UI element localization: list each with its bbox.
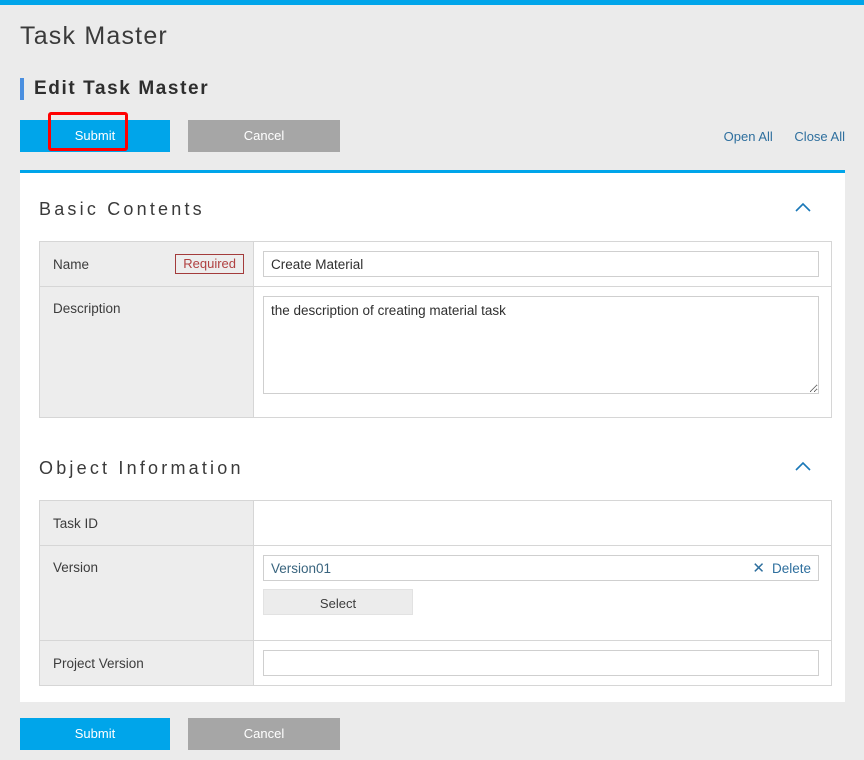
table-row-version: Version Version01 ✕ Delete Select [39,545,832,641]
version-delete-label: Delete [771,560,811,576]
basic-contents-table: Name Required Description the descriptio… [39,241,832,418]
label-description: Description [53,301,121,316]
chevron-up-icon-basic-contents[interactable] [792,197,814,219]
row-value-cell-description: the description of creating material tas… [253,286,832,418]
table-row-description: Description the description of creating … [39,286,832,418]
row-value-cell-name [253,241,832,287]
table-row-task-id: Task ID [39,500,832,546]
version-delete-button[interactable]: ✕ Delete [752,561,811,576]
group-basic-contents-title: Basic Contents [39,199,205,219]
page-title: Task Master [20,22,168,50]
row-label-cell-version: Version [39,545,254,641]
cancel-button-top[interactable]: Cancel [188,120,340,152]
object-information-table: Task ID Version Version01 ✕ Delete Selec… [39,500,832,686]
row-value-cell-task-id [253,500,832,546]
page-subtitle-label: Edit Task Master [34,78,210,99]
submit-button-top[interactable]: Submit [20,120,170,152]
group-object-information-title: Object Information [39,458,244,478]
description-textarea[interactable]: the description of creating material tas… [263,296,819,394]
required-badge-name: Required [175,254,244,274]
row-value-cell-version: Version01 ✕ Delete Select [253,545,832,641]
heading-accent-bar [20,78,24,100]
expand-collapse-links: Open All Close All [706,129,845,144]
open-all-link[interactable]: Open All [724,129,773,144]
row-value-cell-project-version [253,640,832,686]
table-row-name: Name Required [39,241,832,287]
page-subtitle: Edit Task Master [20,76,209,102]
row-label-cell-name: Name Required [39,241,254,287]
name-input[interactable] [263,251,819,277]
label-task-id: Task ID [53,515,99,531]
close-icon: ✕ [752,559,765,577]
cancel-button-bottom[interactable]: Cancel [188,718,340,750]
form-panel: Basic Contents Name Required Description [20,170,845,702]
version-select-button[interactable]: Select [263,589,413,615]
version-value: Version01 [271,560,332,576]
row-label-cell-description: Description [39,286,254,418]
row-label-cell-project-version: Project Version [39,640,254,686]
top-accent-bar [0,0,864,5]
project-version-input[interactable] [263,650,819,676]
close-all-link[interactable]: Close All [794,129,845,144]
group-basic-contents: Basic Contents Name Required Description [39,197,832,418]
label-name: Name [53,256,90,272]
table-row-project-version: Project Version [39,640,832,686]
submit-button-bottom[interactable]: Submit [20,718,170,750]
version-field[interactable]: Version01 ✕ Delete [263,555,819,581]
group-object-information: Object Information Task ID Version Versi… [39,456,832,686]
row-label-cell-task-id: Task ID [39,500,254,546]
chevron-up-icon-object-information[interactable] [792,456,814,478]
label-project-version: Project Version [53,655,144,671]
label-version: Version [53,560,99,575]
